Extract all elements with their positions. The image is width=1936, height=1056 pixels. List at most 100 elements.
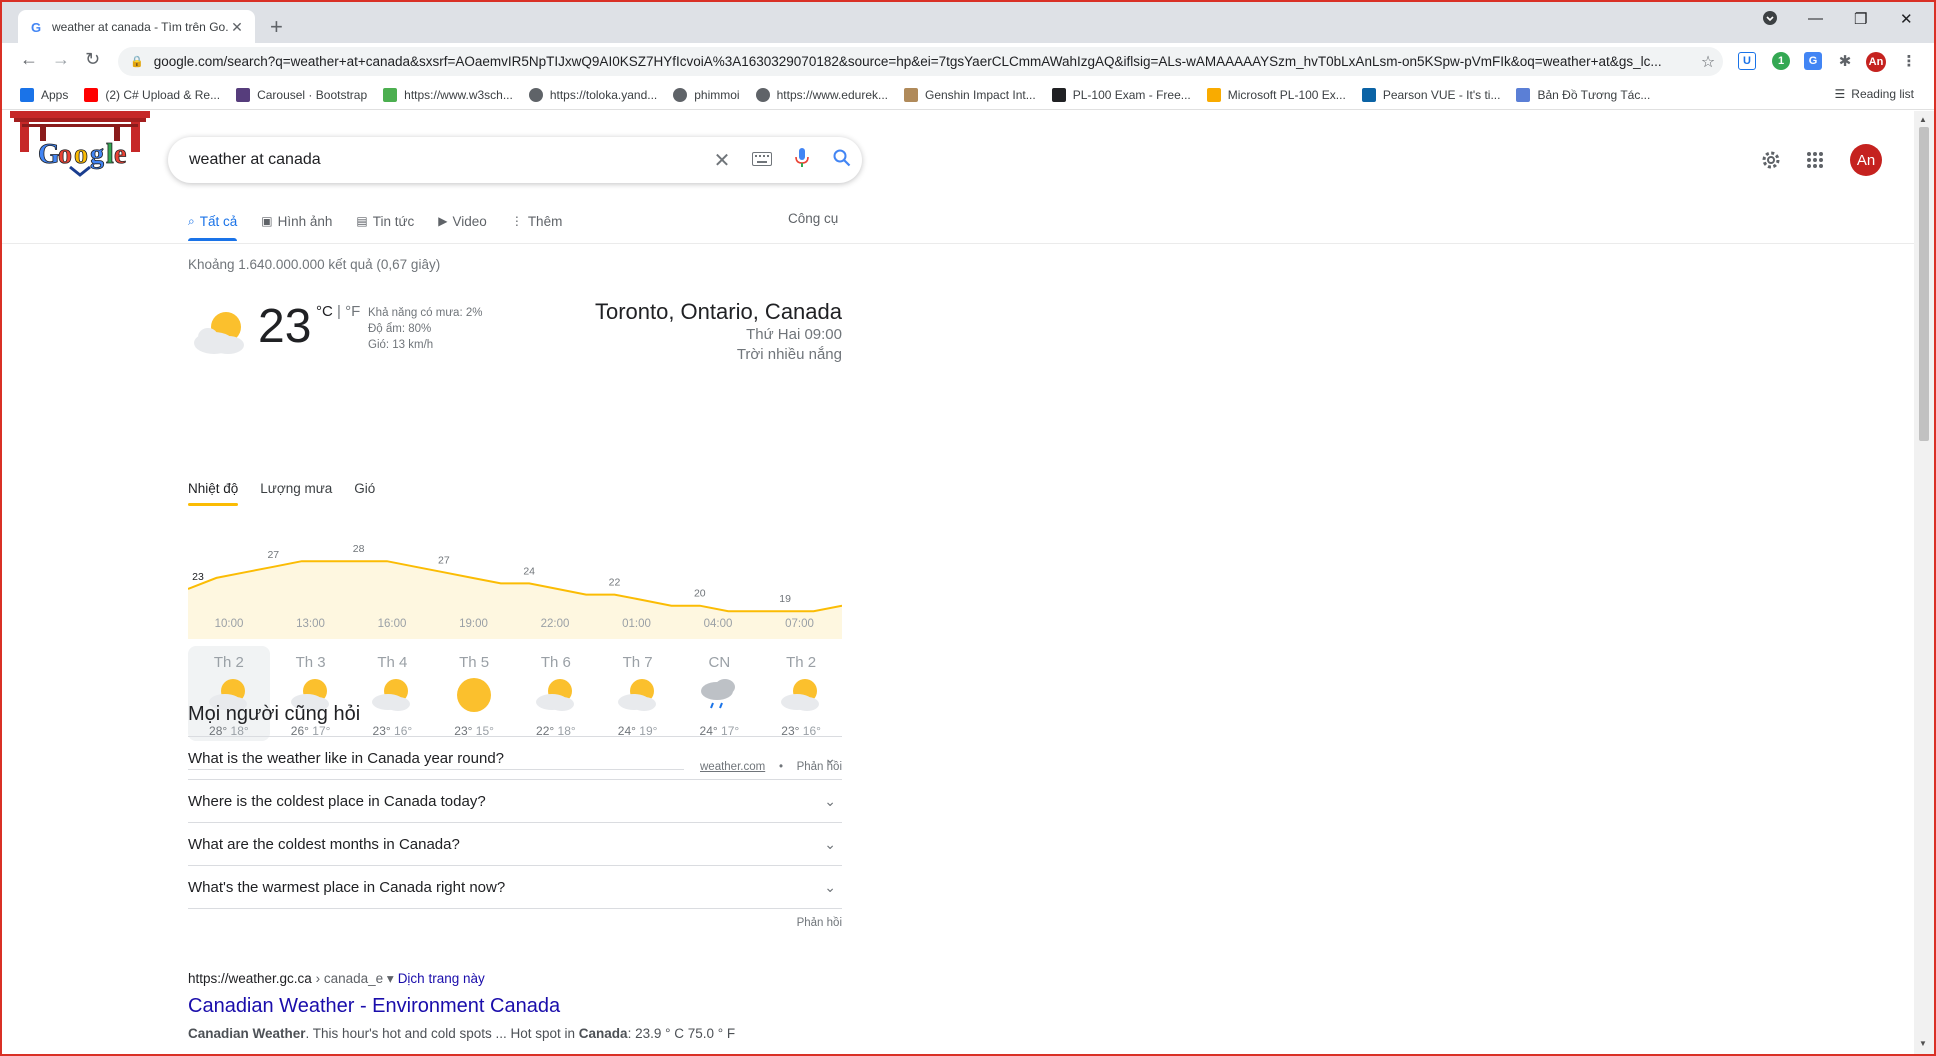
clear-icon[interactable]: ✕ bbox=[702, 148, 742, 173]
bookmark-item[interactable]: Microsoft PL-100 Ex... bbox=[1206, 87, 1346, 102]
paa-question[interactable]: What are the coldest months in Canada? ⌄ bbox=[188, 822, 842, 865]
tab-more[interactable]: ⋮ Thêm bbox=[511, 211, 563, 241]
page-scrollbar[interactable]: ▲ ▼ bbox=[1914, 111, 1934, 1054]
profile-avatar-icon[interactable]: An bbox=[1866, 52, 1886, 72]
more-vert-icon: ⋮ bbox=[510, 214, 523, 228]
temperature-data-label: 27 bbox=[438, 554, 450, 566]
bookmark-item[interactable]: https://www.edurek... bbox=[755, 87, 888, 102]
tab-video[interactable]: ▶ Video bbox=[438, 211, 487, 241]
forecast-day-name: Th 2 bbox=[213, 654, 244, 671]
bookmark-item[interactable]: phimmoi bbox=[673, 87, 740, 102]
keyboard-icon[interactable] bbox=[742, 150, 782, 171]
paa-question[interactable]: Where is the coldest place in Canada tod… bbox=[188, 779, 842, 822]
bootstrap-icon bbox=[236, 87, 251, 102]
tab-news[interactable]: ▤ Tin tức bbox=[356, 211, 414, 241]
unit-switcher[interactable]: °C | °F bbox=[316, 303, 360, 320]
bookmark-item[interactable]: https://toloka.yand... bbox=[528, 87, 657, 102]
scroll-up-icon[interactable]: ▲ bbox=[1919, 115, 1927, 124]
forecast-day-name: Th 4 bbox=[377, 654, 408, 671]
back-icon[interactable]: ← bbox=[20, 49, 38, 70]
bookmark-label: https://www.w3sch... bbox=[404, 87, 513, 102]
result-cite[interactable]: https://weather.gc.ca › canada_e ▾ Dịch t… bbox=[188, 971, 842, 987]
search-icon[interactable] bbox=[822, 149, 862, 172]
time-tick-label: 13:00 bbox=[296, 618, 325, 630]
time-tick-label: 01:00 bbox=[622, 618, 651, 630]
result-url[interactable]: https://weather.gc.ca bbox=[188, 971, 312, 986]
forward-icon[interactable]: → bbox=[52, 49, 70, 70]
bookmark-item[interactable]: Genshin Impact Int... bbox=[904, 87, 1036, 102]
forecast-day-name: CN bbox=[708, 654, 731, 671]
search-icon: ⌕ bbox=[188, 213, 195, 228]
browser-tab[interactable]: G weather at canada - Tìm trên Go... ✕ bbox=[18, 10, 255, 44]
bookmark-item[interactable]: (2) C# Upload & Re... bbox=[84, 87, 221, 102]
chart-time-axis: 10:00 13:00 16:00 19:00 22:00 01:00 04:00 07:00 bbox=[188, 618, 842, 636]
bookmark-item[interactable]: https://www.w3sch... bbox=[383, 87, 513, 102]
tab-all[interactable]: ⌕ Tất cả bbox=[188, 211, 238, 241]
people-also-ask: Mọi người cũng hỏi What is the weather l… bbox=[188, 703, 842, 929]
bookmark-label: Bản Đồ Tương Tác... bbox=[1537, 87, 1651, 102]
minimize-icon[interactable]: — bbox=[1808, 10, 1823, 27]
unit-fahrenheit[interactable]: °F bbox=[345, 303, 360, 320]
humidity-text: Độ ẩm: 80% bbox=[368, 323, 432, 335]
bookmark-star-icon[interactable]: ☆ bbox=[1693, 52, 1723, 72]
address-bar[interactable]: 🔒 google.com/search?q=weather+at+canada&… bbox=[118, 47, 1723, 76]
bookmark-item[interactable]: Apps bbox=[20, 87, 68, 102]
tab-precipitation[interactable]: Lượng mưa bbox=[260, 481, 332, 506]
tab-video-label: Video bbox=[452, 213, 487, 229]
scroll-down-icon[interactable]: ▼ bbox=[1919, 1039, 1927, 1048]
close-window-icon[interactable]: ✕ bbox=[1900, 10, 1913, 28]
bookmark-item[interactable]: Carousel · Bootstrap bbox=[236, 87, 367, 102]
temperature-data-label: 28 bbox=[353, 543, 365, 555]
search-result: https://weather.gc.ca › canada_e ▾ Dịch t… bbox=[188, 971, 842, 1041]
tab-images-label: Hình ảnh bbox=[277, 213, 333, 229]
globe-icon bbox=[528, 87, 543, 102]
paa-question[interactable]: What is the weather like in Canada year … bbox=[188, 736, 842, 779]
header-divider bbox=[2, 243, 1914, 244]
menu-kebab-icon[interactable]: ⋮ bbox=[1900, 52, 1918, 70]
result-title-link[interactable]: Canadian Weather - Environment Canada bbox=[188, 995, 842, 1018]
bookmark-item[interactable]: PL-100 Exam - Free... bbox=[1051, 87, 1191, 102]
shield-extension-icon[interactable]: 1 bbox=[1772, 52, 1790, 70]
uipath-extension-icon[interactable]: U bbox=[1738, 52, 1756, 70]
globe-icon bbox=[755, 87, 770, 102]
apps-grid-icon bbox=[20, 87, 34, 102]
settings-gear-icon[interactable] bbox=[1760, 149, 1782, 176]
translate-page-link[interactable]: Dịch trang này bbox=[398, 971, 485, 986]
bookmark-item[interactable]: Pearson VUE - It's ti... bbox=[1361, 87, 1500, 102]
address-url[interactable]: google.com/search?q=weather+at+canada&sx… bbox=[154, 54, 1693, 69]
weather-tabs: Nhiệt độ Lượng mưa Gió bbox=[188, 481, 397, 506]
tab-search-icon[interactable] bbox=[1762, 10, 1778, 30]
google-apps-icon[interactable] bbox=[1806, 151, 1824, 174]
microphone-icon[interactable] bbox=[782, 147, 822, 173]
paa-feedback-label[interactable]: Phản hồi bbox=[797, 917, 842, 929]
caret-down-icon[interactable]: ▾ bbox=[387, 971, 394, 986]
tools-button[interactable]: Công cụ bbox=[788, 211, 838, 226]
translate-extension-icon[interactable]: G bbox=[1804, 52, 1822, 70]
bookmark-label: (2) C# Upload & Re... bbox=[105, 87, 221, 102]
svg-text:l: l bbox=[106, 139, 114, 170]
tab-close-icon[interactable]: ✕ bbox=[229, 19, 245, 36]
paa-feedback[interactable]: Phản hồi bbox=[188, 908, 842, 929]
reload-icon[interactable]: ↻ bbox=[85, 49, 100, 70]
scrollbar-thumb[interactable] bbox=[1919, 127, 1929, 441]
forecast-day-name: Th 5 bbox=[459, 654, 490, 671]
chevron-down-icon: ⌄ bbox=[824, 878, 836, 895]
google-doodle-logo[interactable]: G o o g l e bbox=[10, 111, 150, 183]
search-input[interactable]: weather at canada bbox=[189, 151, 702, 169]
time-tick-label: 16:00 bbox=[377, 618, 407, 630]
extensions-puzzle-icon[interactable]: ✱ bbox=[1836, 52, 1854, 70]
time-tick-label: 22:00 bbox=[540, 618, 570, 630]
reading-list-button[interactable]: ☰ Reading list bbox=[1835, 87, 1914, 101]
tab-temperature[interactable]: Nhiệt độ bbox=[188, 481, 239, 506]
restore-icon[interactable]: ❐ bbox=[1854, 10, 1867, 28]
search-box[interactable]: weather at canada ✕ bbox=[168, 137, 862, 183]
bookmark-item[interactable]: Bản Đồ Tương Tác... bbox=[1516, 87, 1651, 102]
new-tab-button[interactable]: + bbox=[270, 14, 283, 40]
account-avatar[interactable]: An bbox=[1850, 144, 1882, 176]
lock-icon[interactable]: 🔒 bbox=[130, 55, 144, 68]
tab-wind[interactable]: Gió bbox=[354, 481, 375, 506]
tab-images[interactable]: ▣ Hình ảnh bbox=[261, 211, 332, 241]
image-icon: ▣ bbox=[261, 214, 273, 228]
unit-celsius[interactable]: °C bbox=[316, 303, 333, 320]
paa-question[interactable]: What's the warmest place in Canada right… bbox=[188, 865, 842, 908]
